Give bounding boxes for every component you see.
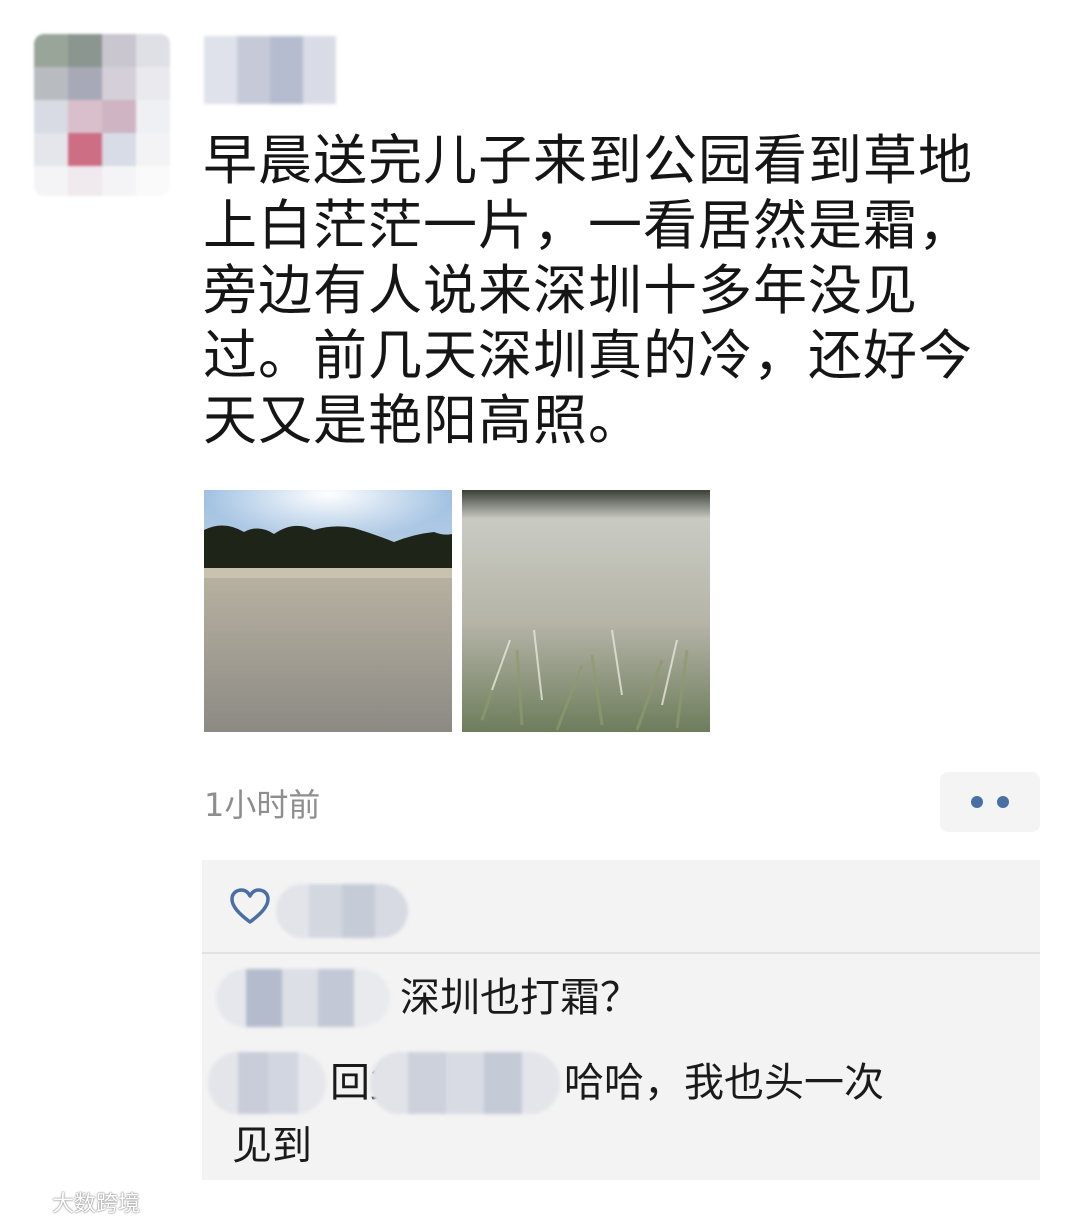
- post-photo-2[interactable]: [462, 490, 710, 732]
- comment-text: 深圳也打霜？: [400, 975, 640, 1021]
- reply-target-name[interactable]: [370, 1052, 560, 1114]
- post-timestamp: 1小时前: [204, 786, 321, 824]
- comment-text: 哈哈，我也头一次: [564, 1060, 884, 1106]
- more-actions-button[interactable]: [940, 772, 1040, 832]
- post-text: 早晨送完儿子来到公园看到草地 上白茫茫一片，一看居然是霜， 旁边有人说来深圳十多…: [203, 129, 973, 452]
- comments-panel: 深圳也打霜？ 回复 哈哈，我也头一次 见到: [202, 860, 1040, 1180]
- more-dots-icon: [971, 796, 983, 808]
- frosted-park-lawn-photo: [204, 490, 452, 732]
- divider: [202, 952, 1040, 954]
- avatar[interactable]: [34, 34, 170, 196]
- watermark: 大数跨境: [6, 1186, 140, 1218]
- more-dots-icon: [997, 796, 1009, 808]
- watermark-text: 大数跨境: [52, 1192, 141, 1217]
- commenter-name[interactable]: [216, 969, 390, 1027]
- frosted-grass-closeup-photo: [462, 490, 710, 732]
- comment-text-continued: 见到: [232, 1123, 312, 1169]
- comment-item[interactable]: 回复 哈哈，我也头一次 见到: [208, 1052, 1008, 1178]
- likes-row: [202, 860, 1040, 952]
- poster-nickname[interactable]: [204, 36, 336, 104]
- liker-name[interactable]: [276, 884, 408, 938]
- watermark-logo-icon: [6, 1192, 40, 1212]
- commenter-name[interactable]: [208, 1052, 326, 1114]
- comment-item[interactable]: 深圳也打霜？: [216, 966, 640, 1030]
- heart-icon: [230, 888, 270, 924]
- post-photo-1[interactable]: [204, 490, 452, 732]
